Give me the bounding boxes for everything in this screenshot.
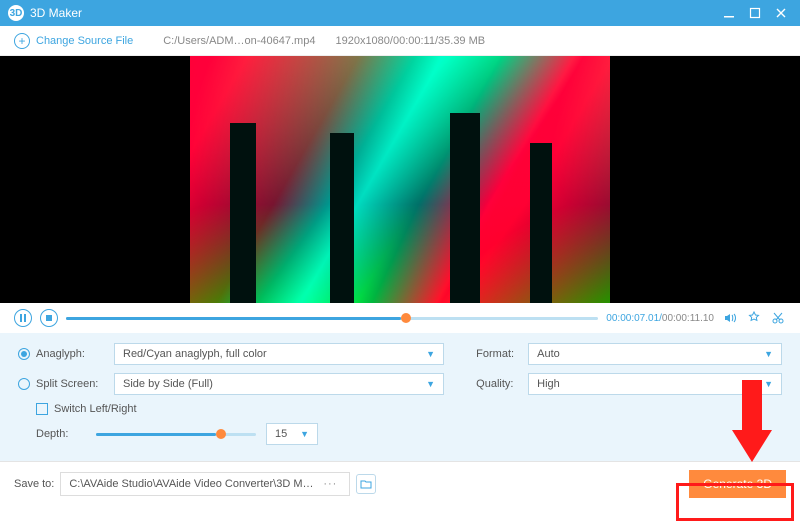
depth-slider[interactable] xyxy=(96,433,256,436)
quality-label: Quality: xyxy=(476,378,528,390)
playback-bar: 00:00:07.01/00:00:11.10 xyxy=(0,303,800,333)
titlebar: 3D 3D Maker xyxy=(0,0,800,26)
format-select[interactable]: Auto ▼ xyxy=(528,343,782,365)
change-source-button[interactable]: + Change Source File xyxy=(14,33,133,49)
toolbar: + Change Source File C:/Users/ADM…on-406… xyxy=(0,26,800,56)
format-label: Format: xyxy=(476,348,528,360)
anaglyph-label: Anaglyph: xyxy=(36,348,114,360)
chevron-down-icon: ▼ xyxy=(764,379,773,389)
switch-lr-checkbox[interactable] xyxy=(36,403,48,415)
depth-label: Depth: xyxy=(36,428,96,440)
chevron-down-icon: ▼ xyxy=(764,349,773,359)
anaglyph-select[interactable]: Red/Cyan anaglyph, full color ▼ xyxy=(114,343,444,365)
video-frame[interactable] xyxy=(190,56,610,303)
split-screen-select[interactable]: Side by Side (Full) ▼ xyxy=(114,373,444,395)
source-file-path: C:/Users/ADM…on-40647.mp4 xyxy=(163,35,315,47)
chevron-down-icon: ▼ xyxy=(426,349,435,359)
depth-thumb[interactable] xyxy=(216,429,226,439)
switch-lr-label: Switch Left/Right xyxy=(54,403,137,415)
change-source-label: Change Source File xyxy=(36,35,133,47)
play-pause-button[interactable] xyxy=(14,309,32,327)
split-screen-label: Split Screen: xyxy=(36,378,114,390)
browse-button[interactable]: ··· xyxy=(319,478,341,490)
save-bar: Save to: C:\AVAide Studio\AVAide Video C… xyxy=(0,461,800,505)
cut-icon[interactable] xyxy=(770,310,786,326)
volume-icon[interactable] xyxy=(722,310,738,326)
chevron-down-icon: ▼ xyxy=(426,379,435,389)
split-screen-radio[interactable] xyxy=(18,378,30,390)
maximize-button[interactable] xyxy=(744,4,766,22)
saveto-path-input[interactable]: C:\AVAide Studio\AVAide Video Converter\… xyxy=(60,472,350,496)
close-button[interactable] xyxy=(770,4,792,22)
minimize-button[interactable] xyxy=(718,4,740,22)
snapshot-icon[interactable] xyxy=(746,310,762,326)
app-logo-icon: 3D xyxy=(8,5,24,21)
anaglyph-radio[interactable] xyxy=(18,348,30,360)
chevron-down-icon: ▼ xyxy=(300,429,309,439)
video-preview-area xyxy=(0,56,800,303)
saveto-label: Save to: xyxy=(14,478,54,490)
seek-thumb[interactable] xyxy=(401,313,411,323)
stop-button[interactable] xyxy=(40,309,58,327)
seek-slider[interactable] xyxy=(66,317,598,320)
open-folder-button[interactable] xyxy=(356,474,376,494)
plus-icon: + xyxy=(14,33,30,49)
depth-value-select[interactable]: 15 ▼ xyxy=(266,423,318,445)
settings-panel: Anaglyph: Red/Cyan anaglyph, full color … xyxy=(0,333,800,461)
timecode: 00:00:07.01/00:00:11.10 xyxy=(606,313,714,324)
generate-3d-button[interactable]: Generate 3D xyxy=(689,470,786,498)
source-file-meta: 1920x1080/00:00:11/35.39 MB xyxy=(335,35,485,47)
app-title: 3D Maker xyxy=(30,6,82,20)
quality-select[interactable]: High ▼ xyxy=(528,373,782,395)
